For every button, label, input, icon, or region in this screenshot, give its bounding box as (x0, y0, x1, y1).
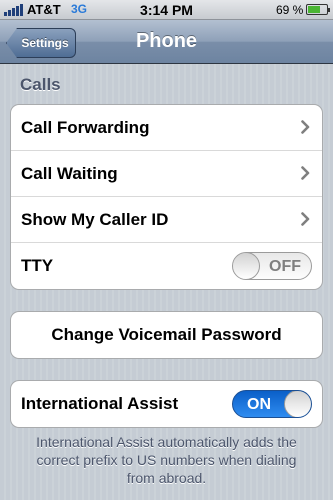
chevron-right-icon (301, 120, 310, 134)
row-label: TTY (21, 256, 54, 275)
international-assist-toggle[interactable]: ON (232, 390, 312, 418)
tty-row: TTY OFF (11, 243, 322, 289)
status-bar: AT&T 3G 3:14 PM 69 % (0, 0, 333, 20)
call-forwarding-row[interactable]: Call Forwarding (11, 105, 322, 151)
navigation-bar: Settings Phone (0, 20, 333, 64)
button-label: Change Voicemail Password (51, 325, 282, 344)
chevron-right-icon (301, 212, 310, 226)
calls-section-header: Calls (20, 75, 61, 94)
change-voicemail-password-button[interactable]: Change Voicemail Password (11, 312, 322, 358)
call-waiting-row[interactable]: Call Waiting (11, 151, 322, 197)
toggle-knob (233, 253, 260, 279)
row-label: Show My Caller ID (21, 209, 169, 229)
chevron-right-icon (301, 166, 310, 180)
voicemail-group: Change Voicemail Password (10, 311, 323, 359)
international-assist-description: International Assist automatically adds … (36, 434, 297, 486)
toggle-state-label: ON (247, 396, 271, 413)
row-label: International Assist (21, 394, 179, 413)
international-assist-row: International Assist ON (11, 381, 322, 427)
row-label: Call Waiting (21, 163, 118, 183)
tty-toggle[interactable]: OFF (232, 252, 312, 280)
battery-icon (306, 4, 330, 15)
toggle-state-label: OFF (269, 258, 301, 275)
show-caller-id-row[interactable]: Show My Caller ID (11, 197, 322, 243)
toggle-knob (284, 391, 311, 417)
calls-group: Call Forwarding Call Waiting Show My Cal… (10, 104, 323, 290)
battery-percent: 69 % (276, 3, 304, 17)
international-assist-group: International Assist ON (10, 380, 323, 428)
page-title: Phone (135, 30, 198, 52)
row-label: Call Forwarding (21, 117, 150, 137)
